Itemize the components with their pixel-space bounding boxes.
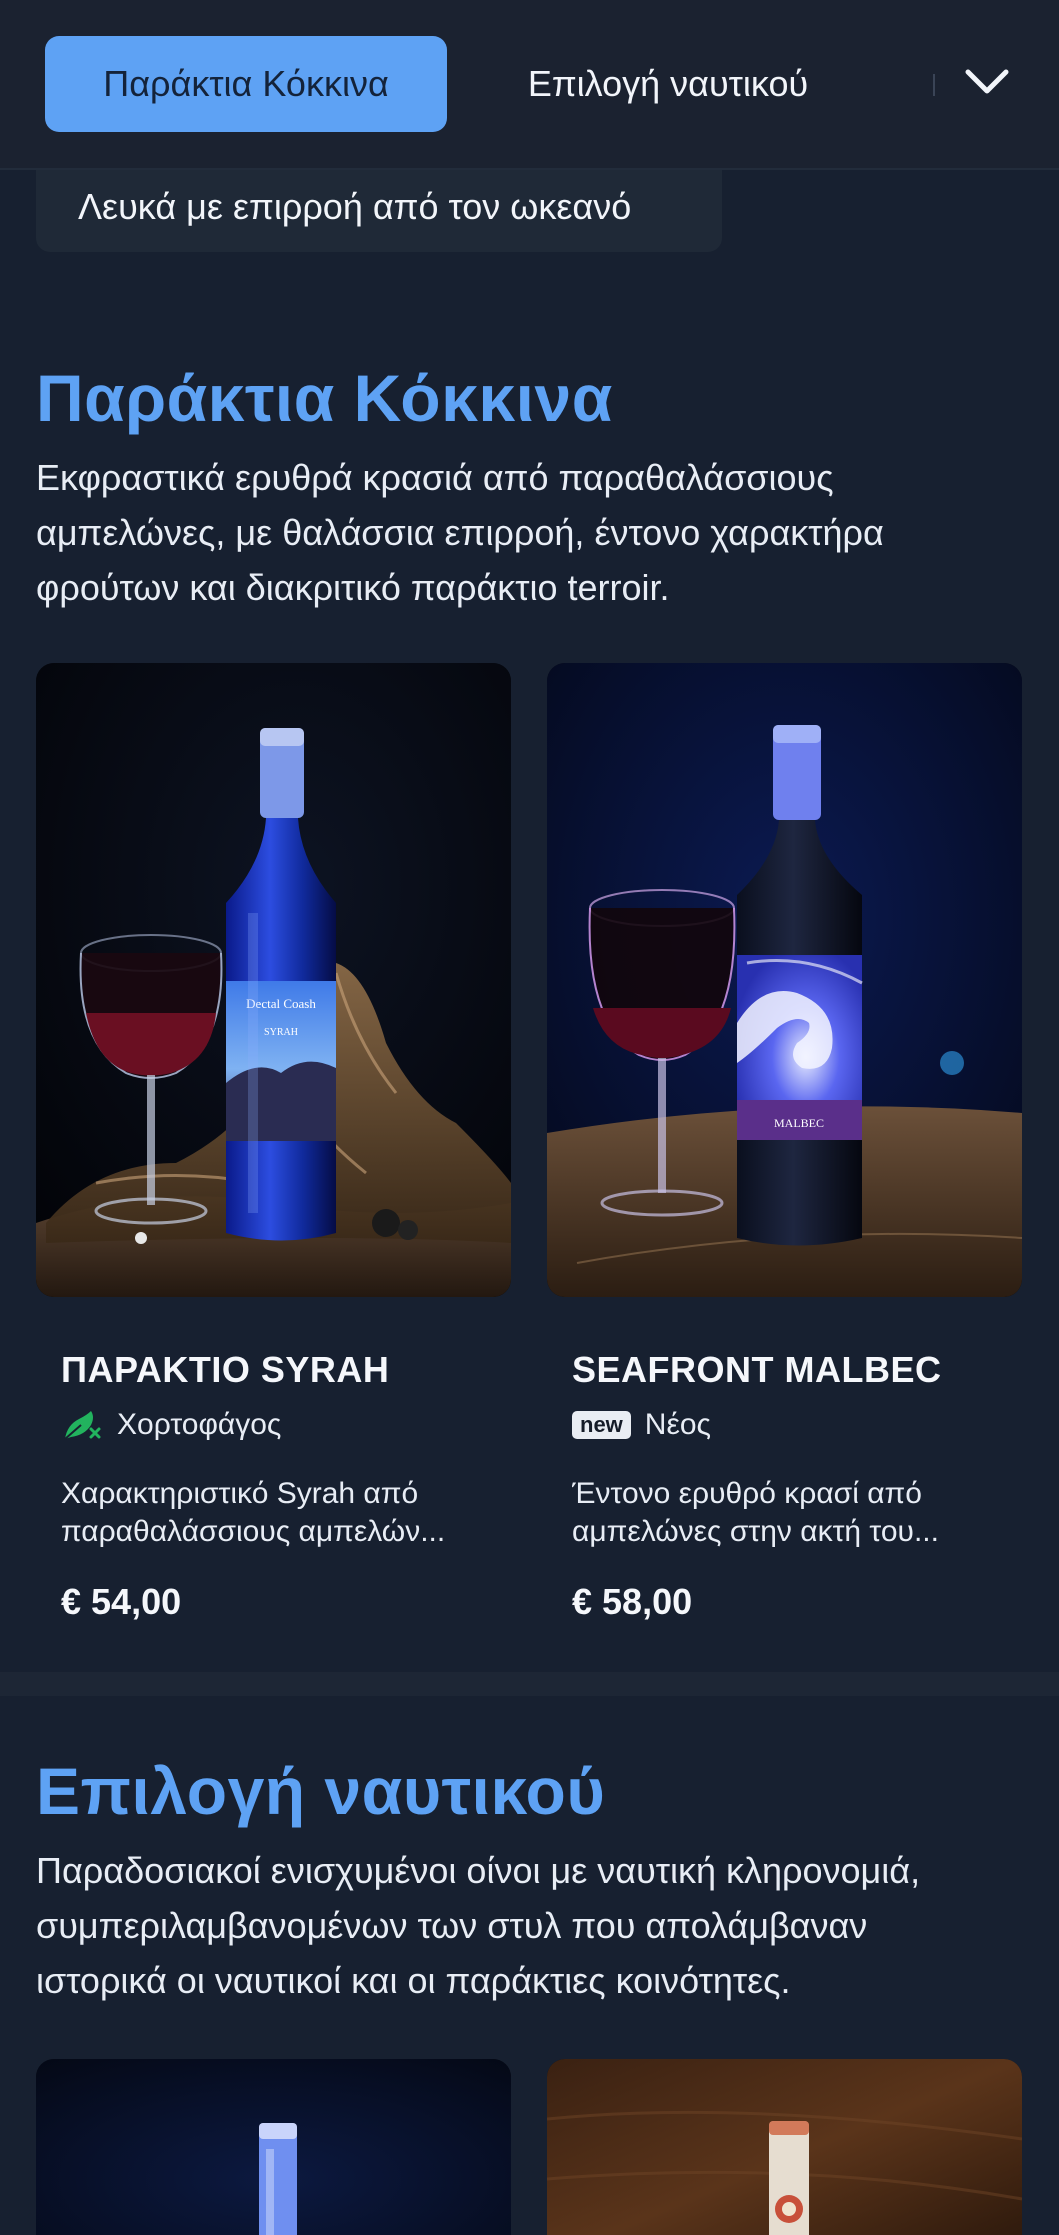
- section-description: Παραδοσιακοί ενισχυμένοι οίνοι με ναυτικ…: [36, 1843, 1026, 2008]
- section-divider: [0, 1672, 1059, 1696]
- dietary-badge: Χορτοφάγος: [61, 1405, 281, 1445]
- product-name: ΠΑΡΑΚΤΙΟ SYRAH: [61, 1349, 390, 1390]
- page: Παράκτια Κόκκινα Επιλογή ναυτικού Λευκά …: [0, 0, 1059, 2235]
- product-description: Χαρακτηριστικό Syrah από παραθαλάσσιους …: [61, 1475, 491, 1551]
- bottle-label-text: MALBEC: [774, 1116, 824, 1130]
- product-description: Έντονο ερυθρό κρασί από αμπελώνες στην α…: [572, 1475, 1002, 1551]
- vegetarian-icon: [64, 1411, 101, 1440]
- product-card[interactable]: MALBEC SEAFRONT MALBEC new Νέος Έντονο ε…: [547, 663, 1022, 1643]
- new-tag: new: [572, 1411, 631, 1439]
- badge-label: Χορτοφάγος: [117, 1408, 282, 1441]
- product-card[interactable]: [36, 2059, 511, 2235]
- product-image: [36, 2059, 511, 2235]
- category-nav: Παράκτια Κόκκινα Επιλογή ναυτικού: [0, 0, 1059, 170]
- description-line: Εκφραστικά ερυθρά κρασιά από παραθαλάσσι…: [36, 457, 834, 498]
- product-price: € 58,00: [572, 1581, 693, 1622]
- product-name: SEAFRONT MALBEC: [572, 1349, 942, 1390]
- product-card[interactable]: Dectal Coash SYRAH ΠΑΡΑΚΤΙΟ SYRAH Χορτοφ…: [36, 663, 511, 1643]
- tab-coastal-reds[interactable]: Παράκτια Κόκκινα: [45, 36, 447, 132]
- bottle-label-text: SYRAH: [264, 1027, 298, 1038]
- section-title: Παράκτια Κόκκινα: [36, 361, 613, 435]
- chevron-down-icon: [965, 69, 1009, 94]
- product-card[interactable]: [547, 2059, 1022, 2235]
- badge-label: Νέος: [644, 1408, 711, 1441]
- description-line: αμπελώνες, με θαλάσσια επιρροή, έντονο χ…: [36, 512, 884, 553]
- description-line: παραθαλάσσιους αμπελών...: [61, 1515, 446, 1548]
- description-line: συμπεριλαμβανομένων των στυλ που απολάμβ…: [36, 1905, 868, 1946]
- product-image: MALBEC: [547, 663, 1022, 1297]
- expand-categories-button[interactable]: [955, 50, 1019, 114]
- description-line: Χαρακτηριστικό Syrah από: [61, 1477, 419, 1510]
- tab-sailor-selection[interactable]: Επιλογή ναυτικού: [470, 36, 866, 132]
- product-image: [547, 2059, 1022, 2235]
- product-price: € 54,00: [61, 1581, 182, 1622]
- description-line: Έντονο ερυθρό κρασί από: [572, 1477, 922, 1510]
- description-line: ιστορικά οι ναυτικοί και οι παράκτιες κο…: [36, 1960, 791, 2001]
- description-line: αμπελώνες στην ακτή του...: [572, 1515, 939, 1548]
- section-description: Εκφραστικά ερυθρά κρασιά από παραθαλάσσι…: [36, 450, 1026, 615]
- new-badge-row: new Νέος: [572, 1405, 711, 1445]
- nav-divider: [933, 74, 935, 96]
- section-title: Επιλογή ναυτικού: [36, 1754, 606, 1828]
- description-line: φρούτων και διακριτικό παράκτιο terroir.: [36, 567, 670, 608]
- product-image: Dectal Coash SYRAH: [36, 663, 511, 1297]
- description-line: Παραδοσιακοί ενισχυμένοι οίνοι με ναυτικ…: [36, 1850, 921, 1891]
